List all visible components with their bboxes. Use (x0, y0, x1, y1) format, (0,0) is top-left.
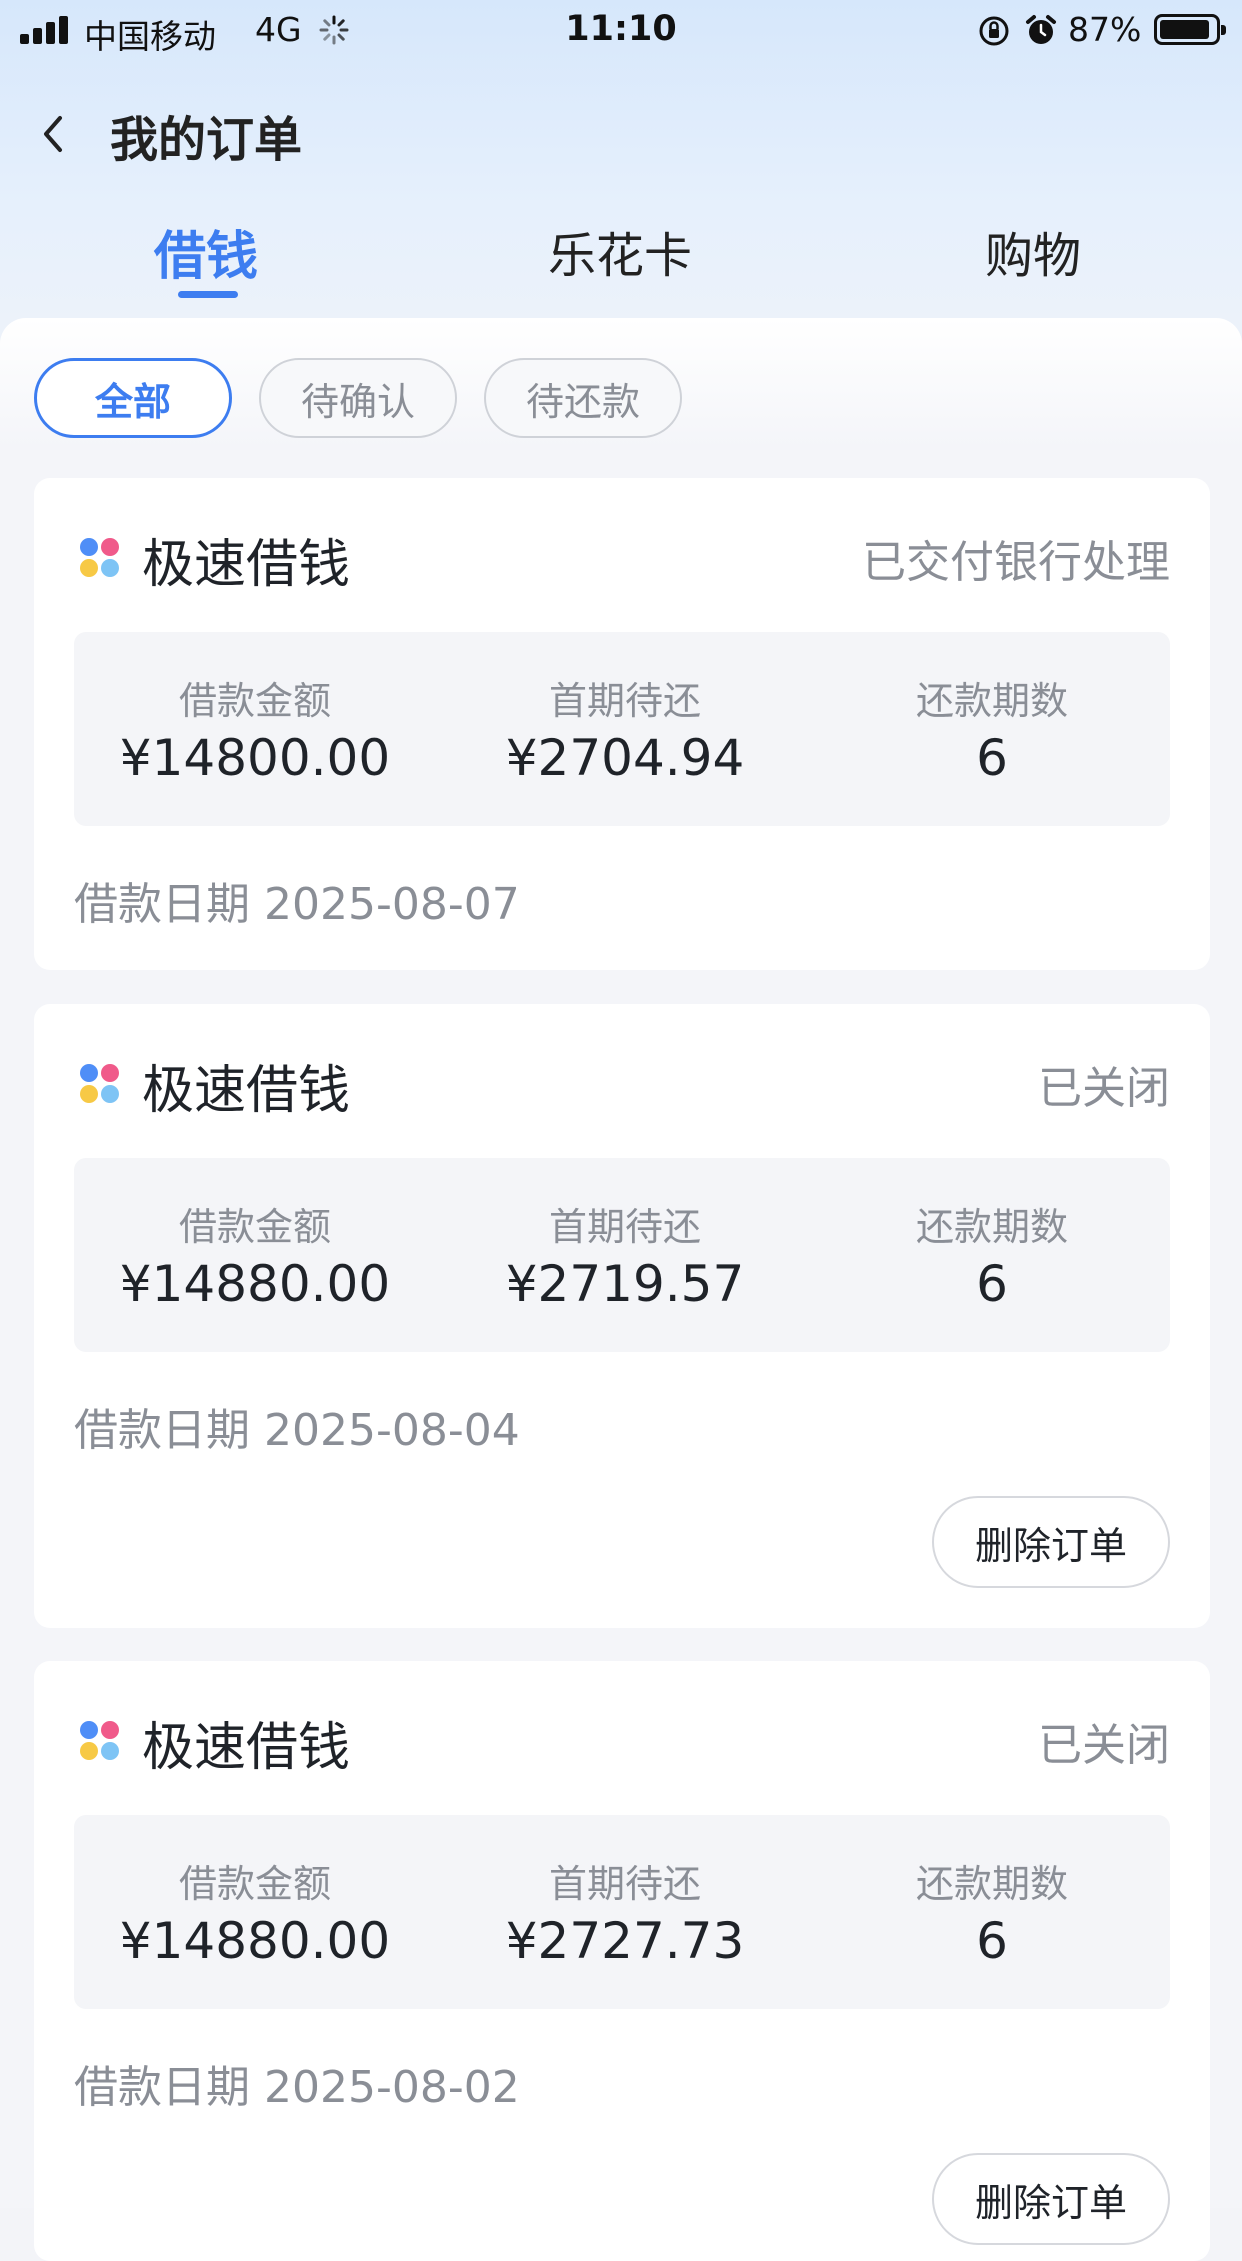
loan-date-label: 借款日期 (74, 2062, 250, 2113)
order-card[interactable]: 极速借钱 已关闭 借款金额 ¥14880.00 首期待还 ¥2719.57 还款… (34, 1004, 1210, 1628)
loan-date-label: 借款日期 (74, 879, 250, 930)
stat-value: ¥14800.00 (119, 729, 391, 787)
product-logo-icon (80, 1064, 120, 1104)
back-button[interactable] (38, 104, 88, 164)
stat-periods: 还款期数 6 (827, 1204, 1157, 1314)
stat-periods: 还款期数 6 (827, 678, 1157, 788)
stat-value: 6 (976, 729, 1008, 787)
stat-periods: 还款期数 6 (827, 1861, 1157, 1971)
battery-percent: 87% (1068, 10, 1142, 49)
alarm-icon (1026, 15, 1056, 44)
stat-first-payment: 首期待还 ¥2704.94 (460, 678, 790, 788)
order-stats: 借款金额 ¥14880.00 首期待还 ¥2719.57 还款期数 6 (74, 1158, 1170, 1352)
order-card[interactable]: 极速借钱 已关闭 借款金额 ¥14880.00 首期待还 ¥2727.73 还款… (34, 1661, 1210, 2261)
tab-borrow[interactable]: 借钱 (154, 214, 258, 289)
active-tab-indicator (178, 291, 238, 298)
stat-label: 借款金额 (178, 679, 331, 723)
stat-value: 6 (976, 1255, 1008, 1313)
loan-date-label: 借款日期 (74, 1405, 250, 1456)
order-status: 已关闭 (1038, 1720, 1170, 1771)
order-stats: 借款金额 ¥14880.00 首期待还 ¥2727.73 还款期数 6 (74, 1815, 1170, 2009)
stat-label: 还款期数 (915, 1862, 1068, 1906)
rotation-lock-icon (979, 16, 1009, 46)
order-card-header: 极速借钱 已关闭 (80, 1705, 1170, 1778)
stat-first-payment: 首期待还 ¥2719.57 (460, 1204, 790, 1314)
delete-order-button[interactable]: 删除订单 (932, 1496, 1170, 1588)
filter-pending-confirm[interactable]: 待确认 (259, 358, 457, 438)
page-title: 我的订单 (110, 112, 303, 168)
loan-date: 借款日期 2025-08-02 (74, 2051, 520, 2115)
order-stats: 借款金额 ¥14800.00 首期待还 ¥2704.94 还款期数 6 (74, 632, 1170, 826)
stat-label: 还款期数 (915, 679, 1068, 723)
stat-label: 借款金额 (178, 1862, 331, 1906)
tab-lehua-card[interactable]: 乐花卡 (548, 216, 692, 286)
loan-date: 借款日期 2025-08-04 (74, 1394, 520, 1458)
stat-label: 首期待还 (548, 1205, 701, 1249)
stat-value: ¥14880.00 (119, 1255, 391, 1313)
loan-date-value: 2025-08-04 (264, 1405, 520, 1456)
stat-label: 首期待还 (548, 1862, 701, 1906)
stat-value: ¥2727.73 (505, 1912, 745, 1970)
stat-value: 6 (976, 1912, 1008, 1970)
tab-shopping[interactable]: 购物 (985, 216, 1081, 286)
battery-icon (1154, 14, 1226, 45)
stat-loan-amount: 借款金额 ¥14880.00 (90, 1204, 420, 1314)
stat-loan-amount: 借款金额 ¥14880.00 (90, 1861, 420, 1971)
status-bar: 中国移动 4G 11:10 87% (0, 0, 1242, 62)
stat-loan-amount: 借款金额 ¥14800.00 (90, 678, 420, 788)
stat-label: 首期待还 (548, 679, 701, 723)
product-name: 极速借钱 (142, 1061, 351, 1121)
stat-label: 借款金额 (178, 1205, 331, 1249)
loan-date: 借款日期 2025-08-07 (74, 868, 520, 932)
filter-all[interactable]: 全部 (34, 358, 232, 438)
stat-label: 还款期数 (915, 1205, 1068, 1249)
stat-value: ¥2719.57 (505, 1255, 745, 1313)
order-status: 已关闭 (1038, 1063, 1170, 1114)
product-name: 极速借钱 (142, 535, 351, 595)
loan-date-value: 2025-08-02 (264, 2062, 520, 2113)
loan-date-value: 2025-08-07 (264, 879, 520, 930)
product-logo-icon (80, 538, 120, 578)
stat-value: ¥14880.00 (119, 1912, 391, 1970)
product-logo-icon (80, 1721, 120, 1761)
stat-first-payment: 首期待还 ¥2727.73 (460, 1861, 790, 1971)
chevron-left-icon (44, 116, 62, 152)
delete-order-button[interactable]: 删除订单 (932, 2153, 1170, 2245)
order-status: 已交付银行处理 (862, 537, 1170, 588)
filter-pending-repay[interactable]: 待还款 (484, 358, 682, 438)
stat-value: ¥2704.94 (505, 729, 745, 787)
order-card[interactable]: 极速借钱 已交付银行处理 借款金额 ¥14800.00 首期待还 ¥2704.9… (34, 478, 1210, 970)
product-name: 极速借钱 (142, 1718, 351, 1778)
order-card-header: 极速借钱 已关闭 (80, 1048, 1170, 1121)
order-card-header: 极速借钱 已交付银行处理 (80, 522, 1170, 595)
